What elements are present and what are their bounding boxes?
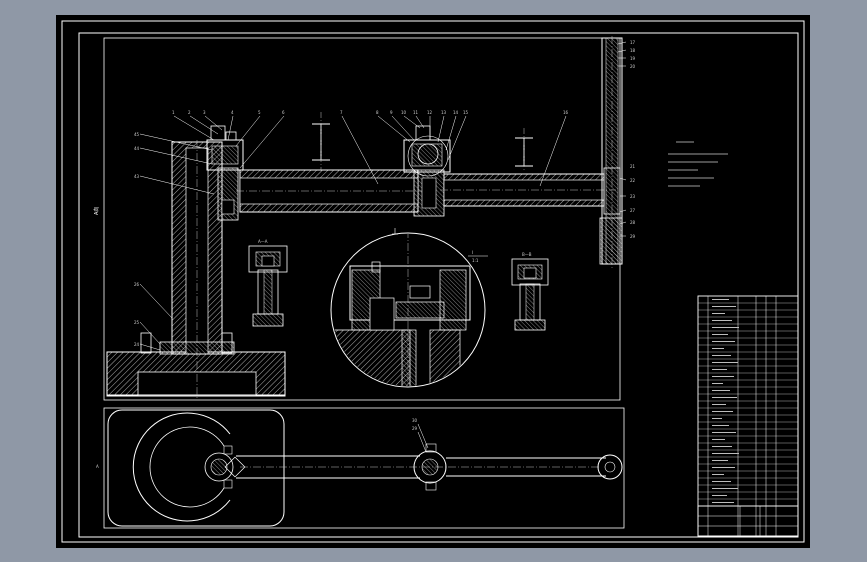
svg-text:A: A	[96, 464, 99, 469]
svg-text:17: 17	[630, 40, 636, 45]
svg-text:44: 44	[134, 146, 140, 151]
parts-list-rows	[698, 299, 798, 507]
svg-text:12: 12	[427, 110, 433, 115]
svg-text:25: 25	[134, 320, 140, 325]
svg-text:7: 7	[340, 110, 343, 115]
svg-text:24: 24	[134, 342, 140, 347]
svg-text:14: 14	[453, 110, 459, 115]
detail-scale: 1:1	[472, 258, 479, 263]
svg-text:13: 13	[441, 110, 447, 115]
top-view-frame	[103, 407, 625, 529]
svg-text:A向: A向	[93, 207, 100, 215]
ibeam-symbol-left	[312, 112, 330, 170]
detail-view-circle: I 1:1	[330, 228, 488, 388]
svg-text:27: 27	[630, 208, 636, 213]
svg-text:9: 9	[390, 110, 393, 115]
technical-notes	[668, 141, 728, 187]
svg-text:A—A: A—A	[258, 239, 268, 244]
drawing-sheet: A向 1 2 3 4 5 6 7 8 9 10 11 12 13 14 15 1…	[56, 15, 810, 548]
svg-text:6: 6	[282, 110, 285, 115]
svg-text:30: 30	[412, 418, 418, 423]
svg-text:19: 19	[630, 56, 636, 61]
svg-text:22: 22	[630, 178, 636, 183]
svg-text:3: 3	[203, 110, 206, 115]
svg-text:45: 45	[134, 132, 140, 137]
svg-text:I: I	[472, 250, 473, 255]
title-block	[697, 505, 799, 537]
svg-text:10: 10	[401, 110, 407, 115]
svg-text:23: 23	[630, 194, 636, 199]
svg-text:1: 1	[172, 110, 175, 115]
svg-text:4: 4	[231, 110, 234, 115]
svg-text:26: 26	[134, 282, 140, 287]
svg-text:20: 20	[630, 64, 636, 69]
cad-viewer: A向 1 2 3 4 5 6 7 8 9 10 11 12 13 14 15 1…	[0, 0, 867, 562]
svg-text:21: 21	[630, 164, 636, 169]
svg-text:28: 28	[630, 220, 636, 225]
svg-text:15: 15	[463, 110, 469, 115]
top-view: 30 29 A	[96, 407, 625, 529]
svg-text:8: 8	[376, 110, 379, 115]
section-view-b: B—B	[511, 252, 549, 331]
svg-text:16: 16	[563, 110, 569, 115]
ibeam-symbol-right	[515, 128, 533, 172]
svg-text:5: 5	[258, 110, 261, 115]
svg-text:43: 43	[134, 174, 140, 179]
section-view-a: A—A	[248, 239, 288, 327]
svg-text:29: 29	[412, 426, 418, 431]
svg-text:29: 29	[630, 234, 636, 239]
svg-text:B—B: B—B	[522, 252, 532, 257]
svg-text:2: 2	[188, 110, 191, 115]
svg-text:18: 18	[630, 48, 636, 53]
svg-text:11: 11	[413, 110, 419, 115]
assembly-drawing: A向 1 2 3 4 5 6 7 8 9 10 11 12 13 14 15 1…	[61, 20, 805, 543]
parts-list	[697, 295, 799, 537]
